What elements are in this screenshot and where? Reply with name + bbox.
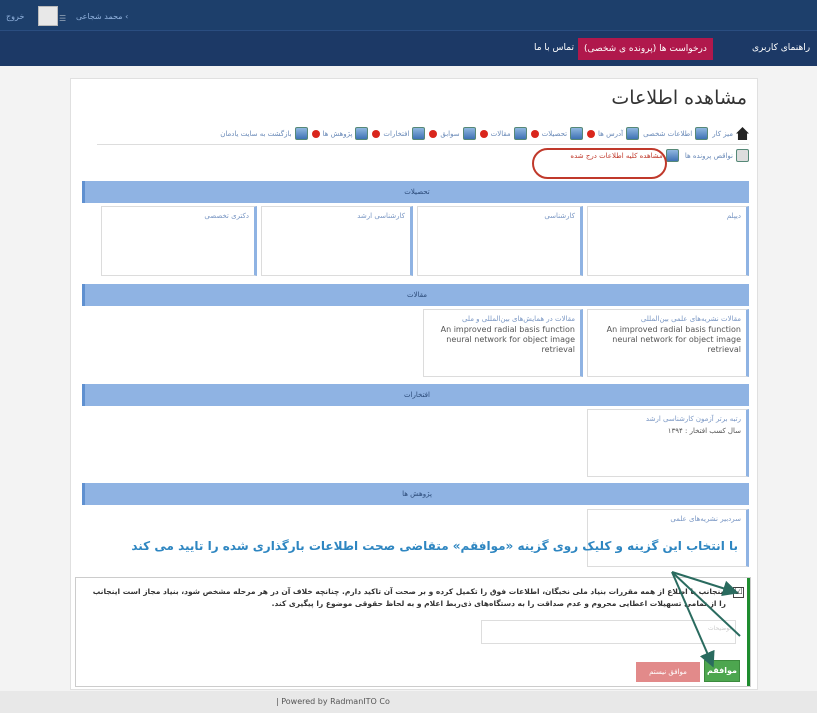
footer: | Powered by RadmanITO Co	[0, 691, 817, 713]
footer-credit: | Powered by RadmanITO Co	[276, 697, 390, 706]
arrow-to-agree	[671, 571, 715, 668]
annotation-arrows	[671, 571, 741, 668]
arrow-connector	[671, 571, 741, 637]
